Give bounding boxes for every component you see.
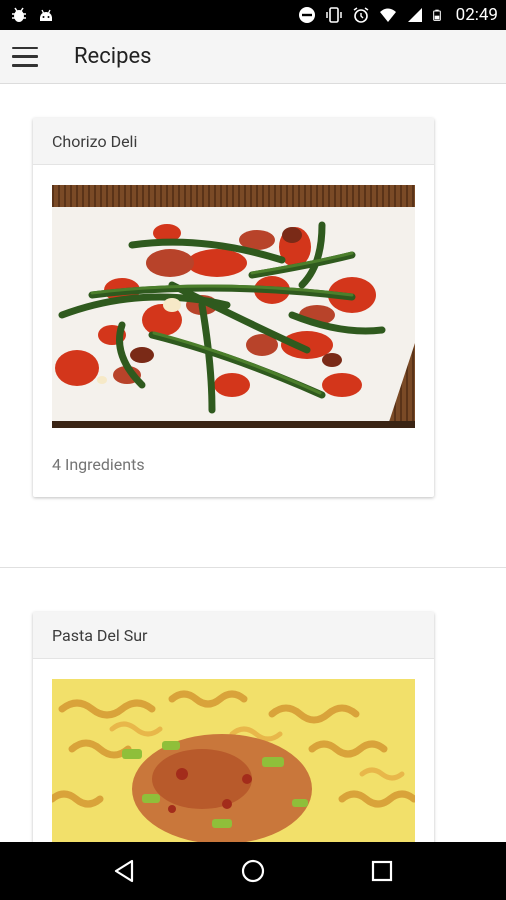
- home-icon[interactable]: [233, 851, 273, 891]
- page-title: Recipes: [74, 44, 152, 69]
- wifi-icon: [379, 8, 396, 22]
- system-nav-bar: [0, 842, 506, 900]
- cell-signal-icon: [407, 8, 422, 22]
- alarm-icon: [353, 7, 369, 23]
- battery-icon: [432, 9, 441, 21]
- status-bar: 02:49: [0, 0, 506, 30]
- chorizo-green-beans-photo: [52, 185, 415, 428]
- dnd-icon: [298, 7, 315, 23]
- vibrate-icon: [325, 7, 342, 23]
- fusilli-pasta-photo: [52, 679, 415, 842]
- hamburger-menu-icon[interactable]: [12, 46, 38, 67]
- back-icon[interactable]: [104, 851, 144, 891]
- recipe-card[interactable]: Pasta Del Sur: [33, 612, 434, 842]
- recipe-list[interactable]: Chorizo Deli 4 Ingredients Pasta Del Sur: [0, 85, 506, 842]
- android-icon: [40, 9, 52, 21]
- recipe-card[interactable]: Chorizo Deli 4 Ingredients: [33, 118, 434, 497]
- list-item: Chorizo Deli 4 Ingredients: [0, 85, 506, 568]
- recents-icon[interactable]: [362, 851, 402, 891]
- status-time: 02:49: [455, 5, 498, 25]
- ingredient-count: 4 Ingredients: [52, 455, 145, 474]
- recipe-card-title: Chorizo Deli: [33, 118, 434, 165]
- recipe-card-title: Pasta Del Sur: [33, 612, 434, 659]
- bug-icon: [12, 7, 26, 22]
- app-toolbar: Recipes: [0, 30, 506, 84]
